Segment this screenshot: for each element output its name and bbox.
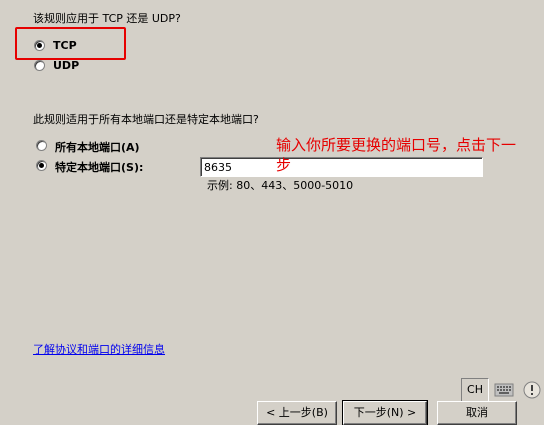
protocol-question: 该规则应用于 TCP 还是 UDP? [33, 12, 181, 25]
tcp-label[interactable]: TCP [53, 39, 77, 52]
cancel-button[interactable]: 取消 [437, 401, 517, 425]
tcp-radio[interactable] [34, 40, 45, 51]
specific-ports-radio[interactable] [36, 160, 47, 171]
udp-label[interactable]: UDP [53, 59, 79, 72]
next-button[interactable]: 下一步(N) > [342, 400, 428, 425]
annotation-line1: 输入你所要更换的端口号，点击下一 [276, 136, 517, 154]
all-ports-radio[interactable] [36, 140, 47, 151]
specific-ports-label[interactable]: 特定本地端口(S): [55, 159, 143, 175]
port-example-text: 示例: 80、443、5000-5010 [207, 179, 354, 192]
port-input[interactable] [200, 157, 483, 177]
all-ports-label[interactable]: 所有本地端口(A) [55, 139, 140, 155]
ime-menu-icon[interactable] [520, 378, 544, 402]
udp-radio[interactable] [34, 60, 45, 71]
protocol-help-link[interactable]: 了解协议和端口的详细信息 [33, 341, 165, 357]
radio-selected-dot [39, 163, 44, 168]
port-question: 此规则适用于所有本地端口还是特定本地端口? [33, 113, 259, 126]
language-indicator[interactable]: CH [461, 378, 489, 402]
keyboard-icon[interactable] [492, 378, 516, 402]
radio-selected-dot [37, 43, 42, 48]
annotation-line2: 步 [276, 156, 292, 174]
back-button[interactable]: < 上一步(B) [257, 401, 337, 425]
